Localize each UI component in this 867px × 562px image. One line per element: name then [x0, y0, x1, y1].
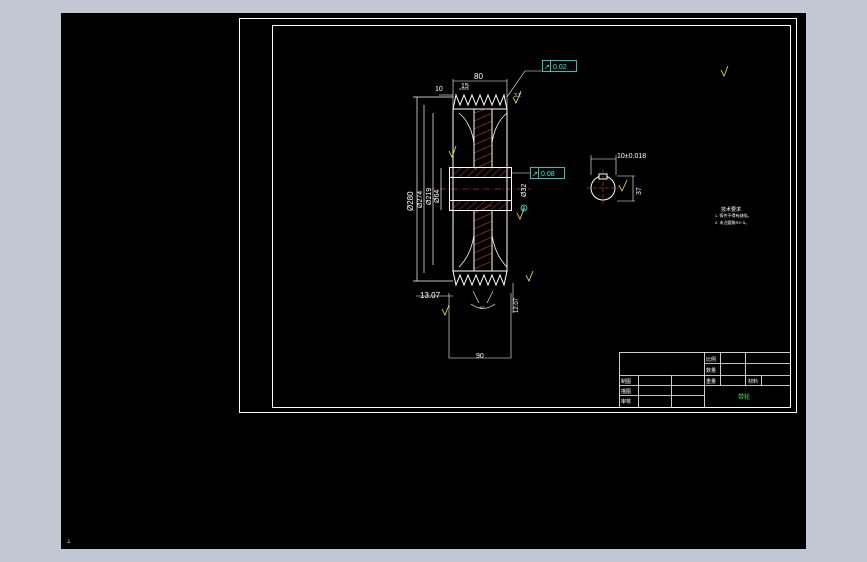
dim-groove-angle: 40°: [479, 305, 485, 310]
title-review-label: 审核: [621, 398, 631, 405]
dim-keyway-depth: 37: [636, 187, 643, 195]
dim-groove-depth: 12.07: [514, 297, 520, 313]
title-block: [619, 352, 791, 408]
notes-title: 技术要求: [721, 206, 741, 213]
title-scale-label: 比例: [706, 356, 716, 363]
upper-web-hatch: [473, 108, 493, 170]
dim-diameter-64: Ø64: [434, 190, 441, 203]
keyway-section-view: 10±0.018 37: [587, 153, 646, 206]
dim-left-offset: 13.07: [420, 291, 441, 300]
title-part-name: 带轮: [738, 393, 750, 401]
upper-rim-grooves: [452, 93, 508, 110]
drawing-viewport[interactable]: Ø280 Ø274 Ø219 Ø64 80 15 10 ↗ 0.02 ↗ 0.0…: [61, 13, 806, 549]
lower-rim-grooves: [452, 270, 508, 287]
rim-outline: [452, 108, 508, 272]
note-item-1: 1. 铸件不得有缺陷。: [715, 212, 751, 218]
dim-diameter-219: Ø219: [426, 188, 433, 205]
title-weight-label: 重量: [706, 378, 716, 385]
svg-text:↗: ↗: [532, 171, 538, 178]
note-item-2: 2. 未注圆角R3~5。: [715, 219, 749, 225]
svg-text:↗: ↗: [544, 64, 550, 71]
dim-diameter-274: Ø274: [417, 191, 424, 208]
ucs-icon: ⊥: [67, 538, 71, 545]
cad-drawing: Ø280 Ø274 Ø219 Ø64 80 15 10 ↗ 0.02 ↗ 0.0…: [239, 18, 797, 413]
runout-value-top: 0.02: [553, 64, 567, 71]
lower-web-hatch: [473, 204, 493, 270]
dim-groove-pitch: 15: [461, 83, 469, 90]
title-quantity-label: 数量: [706, 367, 716, 374]
title-material-label: 材料: [748, 378, 758, 385]
runout-value-mid: 0.08: [541, 171, 555, 178]
sheet-inner-frame: [272, 25, 791, 408]
dim-keyway-width: 10±0.018: [617, 153, 646, 160]
web-outline: [473, 109, 493, 271]
title-check-label: 描图: [621, 388, 631, 395]
roughness-value: 3.2: [514, 93, 521, 99]
pulley-section-view: Ø280 Ø274 Ø219 Ø64 80 15 10 ↗ 0.02 ↗ 0.0…: [406, 60, 729, 360]
dim-top-width: 80: [474, 72, 483, 81]
web-fillets: [458, 112, 508, 268]
bore-outline: [449, 177, 512, 201]
title-drawn-label: 制图: [621, 378, 631, 385]
dim-bottom-width: 90: [476, 353, 484, 360]
top-dim-lines: [439, 79, 508, 109]
dim-groove-offset: 10: [435, 86, 443, 93]
dim-outer-diameter: Ø280: [406, 191, 415, 211]
diameter-dim-lines: [413, 96, 453, 282]
technical-notes: 技术要求 1. 铸件不得有缺陷。 2. 未注圆角R3~5。: [715, 206, 751, 225]
dim-bore: Ø32: [521, 184, 528, 197]
